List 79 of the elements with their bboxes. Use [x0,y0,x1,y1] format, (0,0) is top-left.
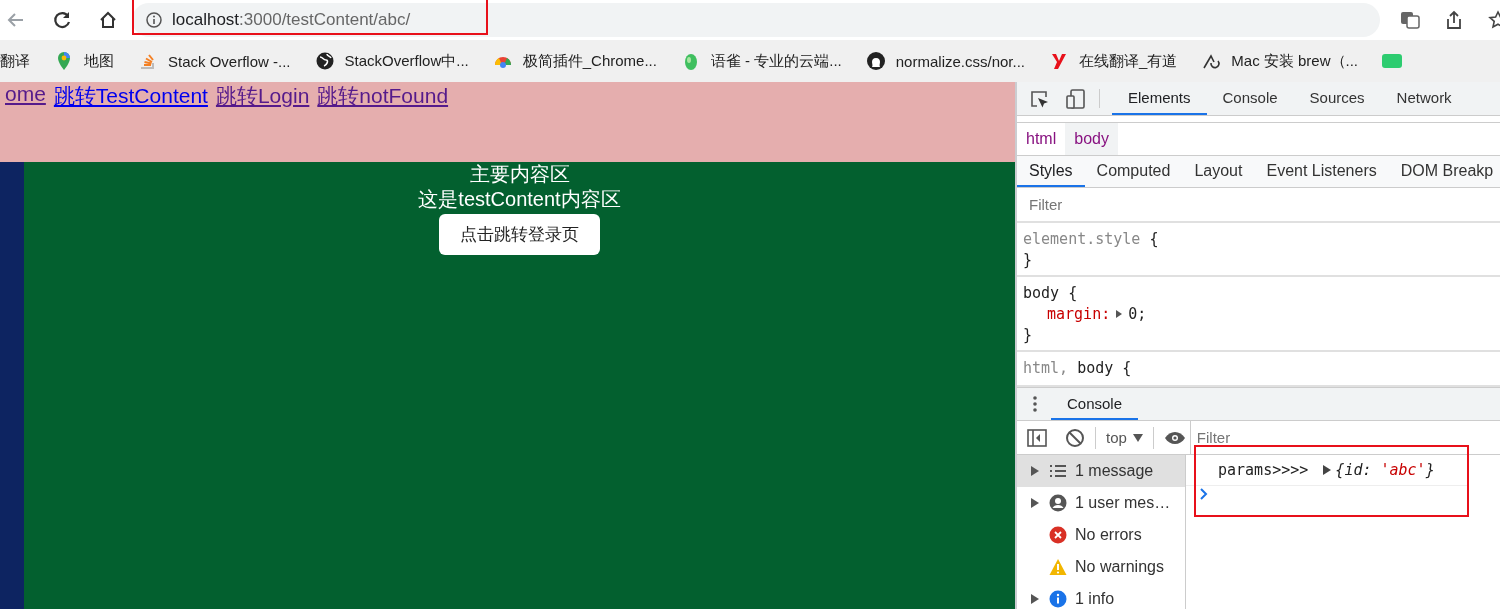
console-filter-item[interactable]: 1 message [1017,455,1185,487]
brace: { [1149,230,1159,249]
filter-field[interactable]: Filter [1027,195,1331,215]
css-selector: element.style [1023,230,1141,249]
sidebar-toggle-icon[interactable] [1027,428,1047,447]
more-icon[interactable] [1033,396,1037,413]
error-icon [1049,526,1067,544]
device-icon[interactable] [1065,88,1087,109]
filter-label: No warnings [1075,558,1164,576]
expand-triangle-icon[interactable] [1031,466,1039,476]
devtools-tab[interactable]: Elements [1112,82,1207,115]
breadcrumb[interactable]: html [1017,122,1066,155]
devtools-tab[interactable]: Sources [1293,82,1381,115]
css-selector: body [1023,284,1060,303]
nav-link[interactable]: 跳转notFound [317,82,449,110]
brace: { [1122,359,1132,378]
login-button[interactable]: 点击跳转登录页 [439,214,600,255]
brace: } [1023,250,1034,272]
y-shape-icon[interactable] [1049,51,1069,71]
filter-label: 1 info [1075,590,1115,608]
log-text: params>>>> [1218,461,1309,479]
styles-tab[interactable]: Computed [1084,155,1183,188]
bookmark-link[interactable]: 语雀 - 专业的云端... [710,51,842,71]
filter-label: No errors [1075,526,1142,544]
user-icon [1049,494,1067,512]
expand-triangle-icon[interactable] [1115,309,1124,320]
css-property: margin: [1047,305,1111,324]
bookmark-link[interactable]: 在线翻译_有道 [1079,51,1178,71]
bookmark-link[interactable]: StackOverflow中... [344,51,469,71]
content-title: 主要内容区 [469,162,570,187]
bookmark-link[interactable]: 地图 [84,51,114,71]
filter-label: 1 user mes… [1075,494,1171,512]
expand-triangle-icon[interactable] [1323,465,1332,475]
warning-icon [1049,558,1067,576]
nav-link[interactable]: 跳转Login [215,82,310,110]
content-subtitle: 这是testContent内容区 [418,187,621,212]
reload-icon[interactable] [52,10,72,30]
devtools-tab[interactable]: Network [1380,82,1468,115]
console-filter-item[interactable]: 1 user mes… [1017,487,1185,519]
styles-tab[interactable]: Styles [1017,155,1085,188]
eye-icon[interactable] [1163,430,1186,445]
nav-link[interactable]: ome [5,82,46,106]
console-filter-item[interactable]: No warnings [1017,551,1185,583]
console-filter-item[interactable]: 1 info [1017,583,1185,609]
address-bar[interactable]: localhost:3000/testContent/abc/ [132,3,1380,37]
css-selector: body [1077,359,1114,378]
brace: } [1023,325,1034,347]
bookmark-link[interactable]: normalize.css/nor... [895,52,1025,70]
info-icon[interactable] [146,12,162,28]
bookmark-link[interactable]: 翻译 [0,51,30,71]
dropdown-caret-icon [1132,433,1143,442]
nav-link[interactable]: 跳转TestContent [53,82,208,110]
devtools-tab[interactable]: Console [1206,82,1294,115]
console-filter-field[interactable]: Filter [1194,428,1499,448]
clear-icon[interactable] [1065,427,1085,448]
star-icon[interactable] [1488,10,1500,30]
filter-label: 1 message [1075,462,1154,480]
styles-tab[interactable]: DOM Breakp [1388,155,1500,188]
log-object: {id: 'abc'} [1335,461,1435,479]
styles-tab[interactable]: Layout [1182,155,1255,188]
share-icon[interactable] [1444,10,1464,30]
expand-triangle-icon[interactable] [1031,498,1039,508]
brace: { [1068,284,1078,303]
url-text: localhost:3000/testContent/abc/ [172,10,411,30]
expand-triangle-icon[interactable] [1031,594,1039,604]
context-dropdown[interactable]: top [1106,429,1143,447]
css-value: 0; [1128,305,1147,324]
console-filter-item[interactable]: No errors [1017,519,1185,551]
bookmark-link[interactable]: Mac 安装 brew（... [1231,51,1359,71]
styles-tab[interactable]: Event Listeners [1254,155,1389,188]
home-icon[interactable] [98,10,118,30]
breadcrumb[interactable]: body [1065,122,1118,155]
translate-icon[interactable] [1400,10,1420,30]
bookmark-link[interactable]: Stack Overflow -... [168,52,291,70]
bookmark-link[interactable]: 极简插件_Chrome... [522,51,657,71]
list-icon [1049,462,1067,480]
prompt-chevron-icon[interactable] [1200,488,1208,500]
css-selector: html, [1023,359,1069,378]
drawer-tab[interactable]: Console [1051,388,1139,421]
